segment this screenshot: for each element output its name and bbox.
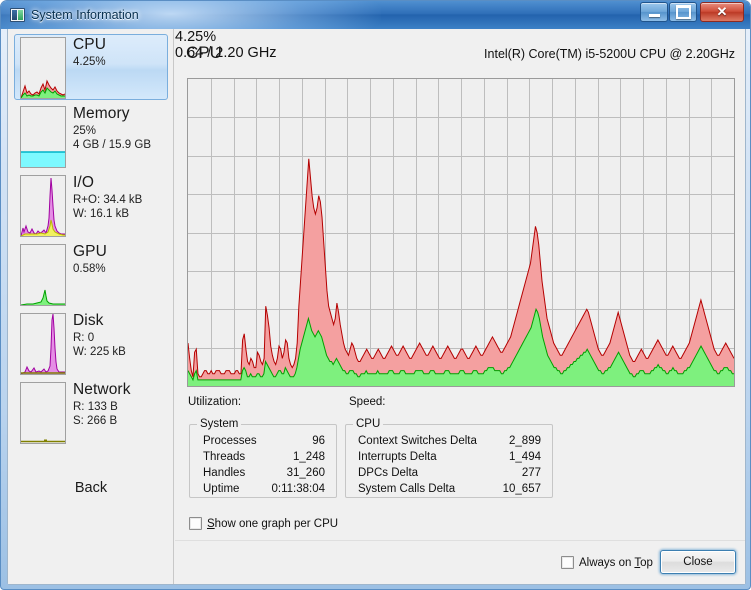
cpu-model-label: Intel(R) Core(TM) i5-5200U CPU @ 2.20GHz xyxy=(484,47,735,61)
cpu-group-legend: CPU xyxy=(356,418,381,430)
sidebar-item-memory-text: Memory 25% 4 GB / 15.9 GB xyxy=(73,104,167,152)
cpu-row-0-value: 2_899 xyxy=(509,435,541,447)
io-thumbnail-chart xyxy=(20,175,66,237)
page-title: CPU xyxy=(186,43,222,62)
cpu-thumbnail-chart xyxy=(20,37,66,99)
show-one-graph-checkbox[interactable] xyxy=(189,517,202,530)
close-button-label: Close xyxy=(683,556,713,568)
network-thumbnail-chart xyxy=(20,382,66,444)
close-icon: ✕ xyxy=(716,4,728,19)
sidebar-item-disk-title: Disk xyxy=(73,312,104,329)
sidebar-item-disk-text: Disk R: 0 W: 225 kB xyxy=(73,311,167,359)
system-row-1-name: Threads xyxy=(203,451,246,463)
show-one-graph-rest: how one graph per CPU xyxy=(214,518,339,530)
always-on-top-checkbox[interactable] xyxy=(561,556,574,569)
sidebar-item-network-line-0: R: 133 B xyxy=(73,401,118,413)
main-panel: CPU Intel(R) Core(TM) i5-5200U CPU @ 2.2… xyxy=(175,29,745,584)
close-window-button[interactable]: ✕ xyxy=(700,2,744,22)
cpu-row-2-name: DPCs Delta xyxy=(358,467,419,479)
app-icon xyxy=(10,8,25,22)
footer-bar: Always on Top Close xyxy=(175,540,745,584)
cpu-row-3-name: System Calls Delta xyxy=(358,483,456,495)
system-information-window: System Information ✕ CPU 4.25% Memory 25… xyxy=(0,0,751,590)
system-row-3-name: Uptime xyxy=(203,483,240,495)
sidebar: CPU 4.25% Memory 25% 4 GB / 15.9 GB I/O … xyxy=(8,29,174,584)
utilization-value: 4.25% xyxy=(175,29,217,45)
sidebar-item-network-title: Network xyxy=(73,381,131,398)
sidebar-item-disk-line-1: W: 225 kB xyxy=(73,346,126,358)
sidebar-item-gpu-title: GPU xyxy=(73,243,107,260)
cpu-usage-chart xyxy=(187,78,735,387)
utilization-label: Utilization: xyxy=(188,396,242,408)
sidebar-item-cpu-line-0: 4.25% xyxy=(73,56,106,68)
sidebar-item-cpu[interactable]: CPU 4.25% xyxy=(14,34,168,100)
sidebar-item-cpu-text: CPU 4.25% xyxy=(73,35,167,69)
gpu-thumbnail-chart xyxy=(20,244,66,306)
sidebar-item-network-text: Network R: 133 B S: 266 B xyxy=(73,380,167,428)
system-row-2-value: 31_260 xyxy=(286,467,325,479)
cpu-usage-chart-svg xyxy=(188,79,734,386)
sidebar-item-back[interactable]: Back xyxy=(14,475,168,501)
sidebar-item-memory-line-1: 4 GB / 15.9 GB xyxy=(73,139,151,151)
system-row-0-value: 96 xyxy=(312,435,325,447)
sidebar-item-memory-title: Memory xyxy=(73,105,130,122)
sidebar-item-disk[interactable]: Disk R: 0 W: 225 kB xyxy=(14,310,168,376)
client-area: CPU 4.25% Memory 25% 4 GB / 15.9 GB I/O … xyxy=(7,29,746,585)
sidebar-item-memory[interactable]: Memory 25% 4 GB / 15.9 GB xyxy=(14,103,168,169)
window-title: System Information xyxy=(31,8,139,22)
sidebar-item-io-title: I/O xyxy=(73,174,94,191)
sidebar-item-io[interactable]: I/O R+O: 34.4 kB W: 16.1 kB xyxy=(14,172,168,238)
sidebar-item-memory-line-0: 25% xyxy=(73,125,97,137)
minimize-button[interactable] xyxy=(640,2,668,22)
speed-label: Speed: xyxy=(349,396,386,408)
always-on-top-post: op xyxy=(640,557,653,569)
sidebar-item-disk-line-0: R: 0 xyxy=(73,332,95,344)
show-one-graph-accel: S xyxy=(207,518,215,530)
sidebar-item-network-line-1: S: 266 B xyxy=(73,415,118,427)
cpu-row-3-value: 10_657 xyxy=(502,483,541,495)
always-on-top-pre: Always on xyxy=(579,557,635,569)
title-bar: System Information ✕ xyxy=(1,1,750,29)
system-row-3-value: 0:11:38:04 xyxy=(271,483,325,495)
sidebar-item-network[interactable]: Network R: 133 B S: 266 B xyxy=(14,379,168,445)
sidebar-item-gpu-text: GPU 0.58% xyxy=(73,242,167,276)
sidebar-item-io-line-0: R+O: 34.4 kB xyxy=(73,194,143,206)
system-group-legend: System xyxy=(200,418,239,430)
sidebar-item-io-text: I/O R+O: 34.4 kB W: 16.1 kB xyxy=(73,173,167,221)
cpu-row-1-name: Interrupts Delta xyxy=(358,451,437,463)
sidebar-item-io-line-1: W: 16.1 kB xyxy=(73,208,130,220)
system-row-2-name: Handles xyxy=(203,467,246,479)
cpu-row-1-value: 1_494 xyxy=(509,451,541,463)
sidebar-item-gpu-line-0: 0.58% xyxy=(73,263,106,275)
maximize-button[interactable] xyxy=(669,2,697,22)
sidebar-item-cpu-title: CPU xyxy=(73,36,107,53)
always-on-top-label[interactable]: Always on Top xyxy=(579,557,653,569)
disk-thumbnail-chart xyxy=(20,313,66,375)
cpu-row-2-value: 277 xyxy=(521,467,541,479)
close-button[interactable]: Close xyxy=(660,550,736,574)
system-row-1-value: 1_248 xyxy=(293,451,325,463)
sidebar-item-gpu[interactable]: GPU 0.58% xyxy=(14,241,168,307)
show-one-graph-label[interactable]: Show one graph per CPU xyxy=(207,518,338,530)
memory-thumbnail-chart xyxy=(20,106,66,168)
